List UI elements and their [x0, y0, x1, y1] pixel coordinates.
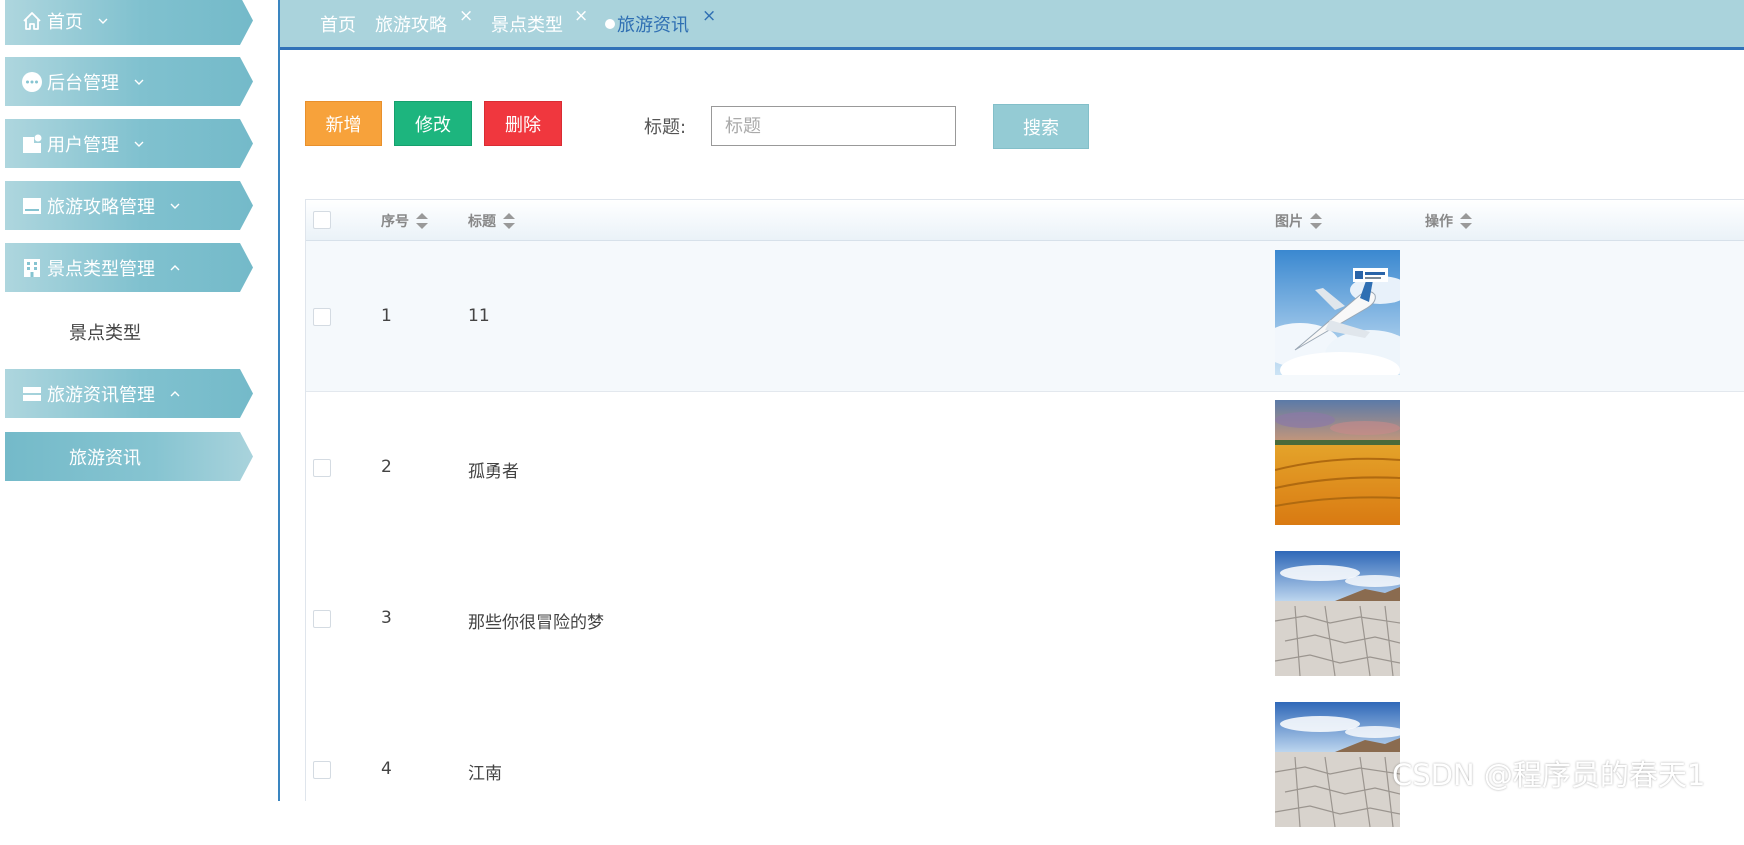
sort-icon: [1310, 212, 1322, 229]
sidebar-item-travel-guide[interactable]: 旅游攻略管理: [5, 181, 253, 230]
row-index: 2: [381, 457, 392, 477]
sidebar-item-label: 景点类型管理: [47, 258, 155, 280]
column-header-title[interactable]: 标题: [468, 200, 515, 241]
sidebar-item-label: 首页: [47, 11, 83, 33]
column-header-actions[interactable]: 操作: [1425, 200, 1472, 241]
user-doc-icon: [21, 133, 43, 155]
row-title: 江南: [468, 764, 502, 784]
table-row[interactable]: 1 11: [306, 241, 1744, 392]
sidebar-item-home[interactable]: 首页: [5, 0, 253, 45]
sidebar-item-travel-news[interactable]: 旅游资讯管理: [5, 369, 253, 418]
column-header-index[interactable]: 序号: [381, 200, 428, 241]
add-button[interactable]: 新增: [305, 101, 382, 146]
sidebar-item-label: 后台管理: [47, 72, 119, 94]
sidebar-subitem-scenic-type[interactable]: 景点类型: [5, 307, 253, 356]
tab-home[interactable]: 首页: [320, 0, 356, 47]
tab-label: 首页: [320, 14, 356, 36]
row-checkbox[interactable]: [313, 761, 331, 779]
search-button[interactable]: 搜索: [993, 104, 1089, 149]
row-index: 1: [381, 306, 392, 326]
row-checkbox[interactable]: [313, 459, 331, 477]
sort-icon: [1460, 212, 1472, 229]
chevron-down-icon: [133, 75, 147, 89]
search-label: 标题:: [644, 117, 687, 138]
sidebar-subitem-travel-news[interactable]: 旅游资讯: [5, 432, 253, 481]
column-header-image[interactable]: 图片: [1275, 200, 1322, 241]
row-index: 3: [381, 608, 392, 628]
row-image-airplane: [1275, 250, 1400, 375]
sidebar-subitem-label: 景点类型: [69, 322, 141, 344]
news-table: 序号 标题 图片 操作 1 11 2 孤勇者 3 那些你很冒险的梦 4 江南: [305, 199, 1744, 827]
chevron-down-icon: [169, 199, 183, 213]
inbox-icon: [21, 195, 43, 217]
tab-label: 旅游资讯: [617, 14, 689, 36]
active-dot-icon: [605, 18, 615, 29]
close-icon[interactable]: ×: [574, 8, 588, 25]
row-checkbox[interactable]: [313, 308, 331, 326]
tab-label: 旅游攻略: [375, 14, 447, 36]
chevron-up-icon: [169, 261, 183, 275]
sidebar-item-scenic-type[interactable]: 景点类型管理: [5, 243, 253, 292]
sidebar-subitem-label: 旅游资讯: [69, 447, 141, 469]
server-icon: [21, 383, 43, 405]
delete-button[interactable]: 删除: [484, 101, 562, 146]
chevron-up-icon: [169, 387, 183, 401]
row-image-desert: [1275, 702, 1400, 827]
chevron-down-icon: [97, 14, 111, 28]
table-row[interactable]: 2 孤勇者: [306, 392, 1744, 543]
table-row[interactable]: 3 那些你很冒险的梦: [306, 543, 1744, 694]
sidebar: 首页 后台管理 用户管理 旅游攻略管理 景点类型管理 景点类型 旅游资讯管理 旅…: [0, 0, 280, 801]
sidebar-item-label: 旅游攻略管理: [47, 196, 155, 218]
sidebar-item-backend[interactable]: 后台管理: [5, 57, 253, 106]
close-icon[interactable]: ×: [702, 8, 716, 25]
tab-travel-guide[interactable]: 旅游攻略: [375, 0, 447, 47]
sidebar-item-label: 用户管理: [47, 134, 119, 156]
table-header: 序号 标题 图片 操作: [306, 200, 1744, 241]
row-checkbox[interactable]: [313, 610, 331, 628]
tab-travel-news[interactable]: 旅游资讯: [605, 0, 689, 47]
select-all-checkbox[interactable]: [313, 211, 331, 229]
row-image-desert: [1275, 551, 1400, 676]
watermark: CSDN @程序员的春天1: [1392, 758, 1706, 792]
sidebar-item-label: 旅游资讯管理: [47, 384, 155, 406]
row-title: 孤勇者: [468, 462, 519, 482]
sidebar-item-users[interactable]: 用户管理: [5, 119, 253, 168]
tab-scenic-type[interactable]: 景点类型: [491, 0, 563, 47]
tab-bar: 首页 旅游攻略 × 景点类型 × 旅游资讯 ×: [280, 0, 1744, 50]
row-title: 11: [468, 306, 490, 326]
sort-icon: [503, 212, 515, 229]
close-icon[interactable]: ×: [459, 8, 473, 25]
home-icon: [21, 10, 43, 32]
edit-button[interactable]: 修改: [394, 101, 472, 146]
chevron-down-icon: [133, 137, 147, 151]
more-icon: [21, 71, 43, 93]
building-icon: [21, 257, 43, 279]
row-image-wheat-field: [1275, 400, 1400, 525]
row-title: 那些你很冒险的梦: [468, 613, 604, 633]
sort-icon: [416, 212, 428, 229]
tab-label: 景点类型: [491, 14, 563, 36]
row-index: 4: [381, 759, 392, 779]
title-search-input[interactable]: [711, 106, 956, 146]
